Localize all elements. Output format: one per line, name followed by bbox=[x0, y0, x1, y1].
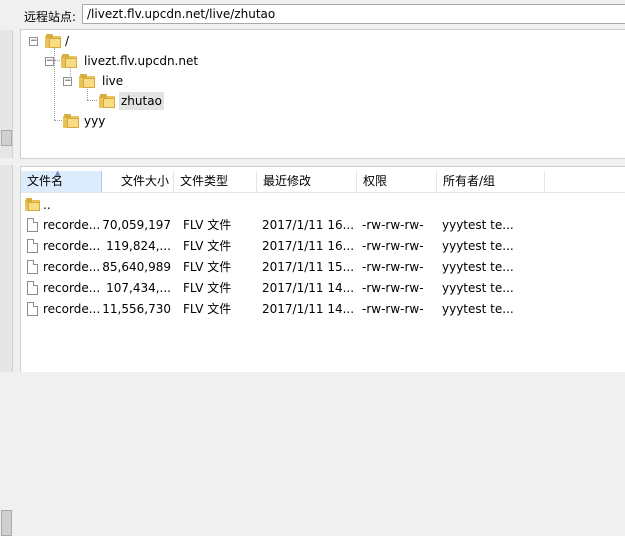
file-list-header: ▲ 文件名 文件大小 文件类型 最近修改 权限 所有者/组 bbox=[21, 169, 625, 193]
tree-node-label: live bbox=[102, 74, 124, 88]
folder-icon bbox=[79, 74, 95, 88]
folder-icon bbox=[45, 34, 61, 48]
cell-size: 11,556,730 bbox=[102, 302, 171, 316]
cell-owner: yyytest te... bbox=[442, 239, 514, 253]
column-header-permissions[interactable]: 权限 bbox=[357, 171, 437, 192]
cell-type: FLV 文件 bbox=[183, 302, 232, 316]
file-icon bbox=[27, 302, 38, 316]
folder-icon bbox=[61, 54, 77, 68]
column-header-owner[interactable]: 所有者/组 bbox=[437, 171, 545, 192]
table-row[interactable]: recorde... 70,059,197 FLV 文件 2017/1/11 16..… bbox=[21, 215, 625, 235]
cell-modified: 2017/1/11 16... bbox=[262, 239, 354, 253]
adjacent-scrollbar-bottom[interactable] bbox=[0, 165, 13, 536]
tree-node-root[interactable]: − / bbox=[29, 32, 149, 50]
file-icon bbox=[27, 218, 38, 232]
cell-name: recorde... bbox=[43, 218, 99, 232]
table-row[interactable]: recorde... 11,556,730 FLV 文件 2017/1/11 14..… bbox=[21, 299, 625, 319]
adjacent-scrollbar-thumb-top[interactable] bbox=[1, 130, 12, 146]
cell-type: FLV 文件 bbox=[183, 218, 232, 232]
remote-site-bar: 远程站点: bbox=[18, 3, 625, 27]
adjacent-pane-edge bbox=[0, 0, 14, 536]
cell-owner: yyytest te... bbox=[442, 302, 514, 316]
cell-perms: -rw-rw-rw- bbox=[362, 239, 424, 253]
cell-type: FLV 文件 bbox=[183, 260, 232, 274]
cell-owner: yyytest te... bbox=[442, 260, 514, 274]
cell-perms: -rw-rw-rw- bbox=[362, 260, 424, 274]
cell-name: recorde... bbox=[43, 239, 99, 253]
tree-node-label: yyy bbox=[84, 114, 106, 128]
remote-directory-tree: − / − livezt.flv.upcdn.net − live zhutao… bbox=[20, 29, 625, 159]
cell-type: FLV 文件 bbox=[183, 281, 232, 295]
cell-type: FLV 文件 bbox=[183, 239, 232, 253]
cell-owner: yyytest te... bbox=[442, 218, 514, 232]
cell-size: 119,824,... bbox=[106, 239, 171, 253]
column-label: 文件类型 bbox=[180, 174, 229, 188]
remote-file-list: ▲ 文件名 文件大小 文件类型 最近修改 权限 所有者/组 .. recorde… bbox=[20, 166, 625, 372]
cell-size: 107,434,... bbox=[106, 281, 171, 295]
folder-icon bbox=[25, 198, 40, 211]
cell-perms: -rw-rw-rw- bbox=[362, 281, 424, 295]
cell-name: recorde... bbox=[43, 281, 99, 295]
file-icon bbox=[27, 239, 38, 253]
column-label: 最近修改 bbox=[263, 174, 312, 188]
cell-modified: 2017/1/11 16... bbox=[262, 218, 354, 232]
tree-node-label: livezt.flv.upcdn.net bbox=[84, 54, 199, 68]
tree-node-yyy[interactable]: yyy bbox=[63, 112, 183, 130]
cell-perms: -rw-rw-rw- bbox=[362, 302, 424, 316]
pane-splitter[interactable] bbox=[14, 159, 625, 165]
column-header-filetype[interactable]: 文件类型 bbox=[174, 171, 257, 192]
cell-modified: 2017/1/11 14... bbox=[262, 281, 354, 295]
remote-site-label: 远程站点: bbox=[24, 10, 77, 24]
column-label: 文件大小 bbox=[120, 174, 169, 188]
folder-icon bbox=[63, 114, 79, 128]
column-label: 所有者/组 bbox=[443, 174, 496, 188]
cell-name: recorde... bbox=[43, 302, 99, 316]
cell-modified: 2017/1/11 14... bbox=[262, 302, 354, 316]
cell-name: recorde... bbox=[43, 260, 99, 274]
cell-size: 85,640,989 bbox=[102, 260, 171, 274]
table-row[interactable]: recorde... 119,824,... FLV 文件 2017/1/11 16.… bbox=[21, 236, 625, 256]
sort-ascending-icon: ▲ bbox=[55, 169, 61, 177]
collapse-icon[interactable]: − bbox=[63, 77, 72, 86]
file-icon bbox=[27, 260, 38, 274]
folder-icon bbox=[99, 94, 115, 108]
cell-owner: yyytest te... bbox=[442, 281, 514, 295]
tree-node-label-selected: zhutao bbox=[119, 92, 164, 110]
cell-modified: 2017/1/11 15... bbox=[262, 260, 354, 274]
column-header-filename[interactable]: ▲ 文件名 bbox=[21, 169, 102, 192]
collapse-icon[interactable]: − bbox=[45, 57, 54, 66]
remote-path-input[interactable] bbox=[82, 4, 625, 24]
column-label: 权限 bbox=[363, 174, 388, 188]
tree-connector bbox=[87, 100, 97, 101]
tree-node-live[interactable]: − live bbox=[63, 72, 183, 90]
collapse-icon[interactable]: − bbox=[29, 37, 38, 46]
adjacent-scrollbar-top[interactable] bbox=[0, 30, 13, 158]
tree-node-zhutao[interactable]: zhutao bbox=[99, 92, 219, 110]
table-row[interactable]: recorde... 107,434,... FLV 文件 2017/1/11 14.… bbox=[21, 278, 625, 298]
tree-node-label: / bbox=[65, 34, 70, 48]
adjacent-scrollbar-thumb-bottom[interactable] bbox=[1, 510, 12, 536]
list-item-parent-directory[interactable]: .. bbox=[21, 195, 625, 215]
parent-directory-label: .. bbox=[43, 198, 51, 212]
column-header-modified[interactable]: 最近修改 bbox=[257, 171, 357, 192]
file-icon bbox=[27, 281, 38, 295]
cell-size: 70,059,197 bbox=[102, 218, 171, 232]
tree-node-host[interactable]: − livezt.flv.upcdn.net bbox=[45, 52, 245, 70]
table-row[interactable]: recorde... 85,640,989 FLV 文件 2017/1/11 15..… bbox=[21, 257, 625, 277]
cell-perms: -rw-rw-rw- bbox=[362, 218, 424, 232]
column-header-filesize[interactable]: 文件大小 bbox=[102, 171, 174, 192]
